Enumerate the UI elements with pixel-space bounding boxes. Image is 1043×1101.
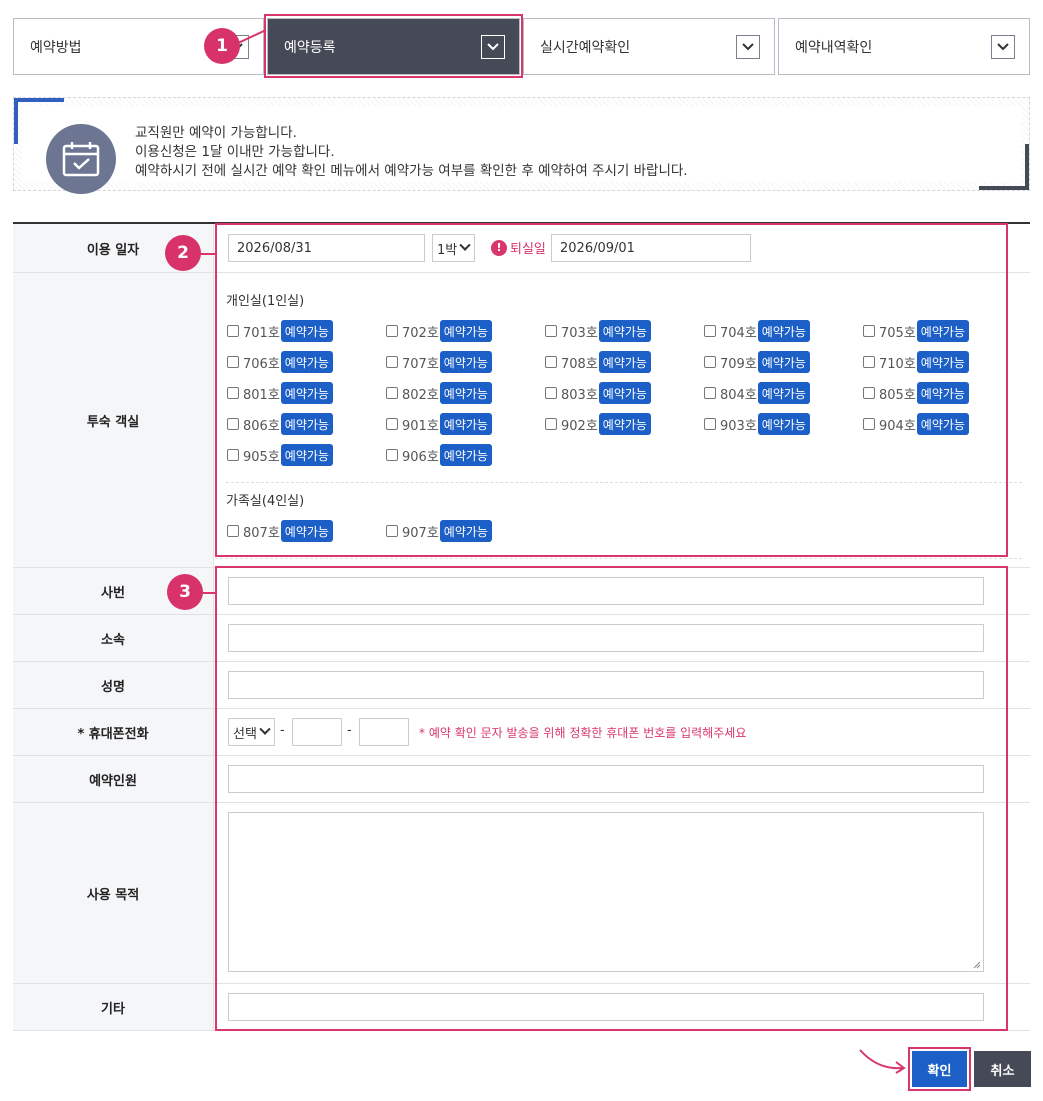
tab-label: 예약방법 (30, 39, 82, 56)
chevron-down-icon (991, 35, 1015, 59)
marker-connector (236, 29, 267, 45)
highlight-box-date-room (215, 223, 1008, 557)
etc-label: 기타 (13, 984, 214, 1030)
tab-reservation-history[interactable]: 예약내역확인 (778, 18, 1030, 75)
room-label: 투숙 객실 (13, 273, 214, 567)
calendar-icon (46, 124, 116, 194)
tab-label: 예약내역확인 (795, 39, 873, 56)
confirm-button[interactable]: 확인 (912, 1051, 967, 1087)
department-label: 소속 (13, 615, 214, 661)
chevron-down-icon (736, 35, 760, 59)
cancel-button[interactable]: 취소 (974, 1051, 1031, 1087)
notice-box: 교직원만 예약이 가능합니다. 이용신청은 1달 이내만 가능합니다. 예약하시… (13, 97, 1030, 194)
corner-accent (14, 98, 64, 102)
divider (215, 558, 1022, 559)
tab-realtime-check[interactable]: 실시간예약확인 (523, 18, 775, 75)
corner-accent (14, 98, 18, 144)
tab-label: 실시간예약확인 (540, 39, 631, 56)
notice-text: 교직원만 예약이 가능합니다. 이용신청은 1달 이내만 가능합니다. 예약하시… (135, 124, 688, 181)
notice-line: 예약하시기 전에 실시간 예약 확인 메뉴에서 예약가능 여부를 확인한 후 예… (135, 163, 688, 179)
name-label: 성명 (13, 662, 214, 708)
notice-line: 이용신청은 1달 이내만 가능합니다. (135, 144, 335, 160)
marker-1: 1 (204, 28, 240, 64)
marker-2: 2 (165, 235, 201, 271)
people-label: 예약인원 (13, 756, 214, 802)
highlight-box-tab (264, 14, 523, 78)
corner-accent (1025, 144, 1029, 190)
purpose-label: 사용 목적 (13, 803, 214, 983)
notice-line: 교직원만 예약이 가능합니다. (135, 125, 297, 141)
corner-accent (979, 186, 1029, 190)
arrow-pointer-icon (859, 1049, 906, 1074)
phone-label: * 휴대폰전화 (13, 709, 214, 755)
highlight-box-user-info (215, 566, 1008, 1031)
marker-3: 3 (167, 574, 203, 610)
